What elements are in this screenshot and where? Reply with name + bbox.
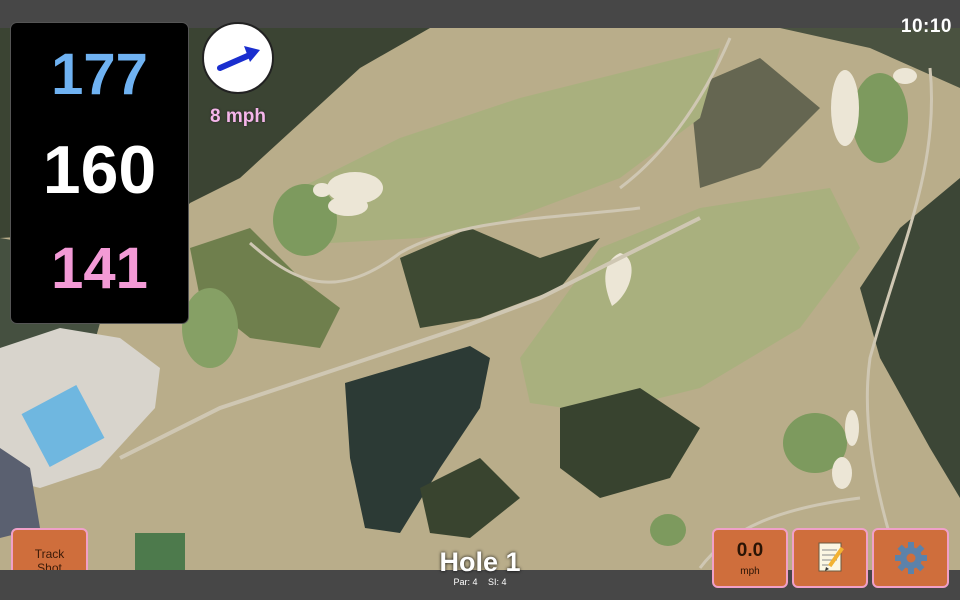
speed-unit: mph — [740, 566, 760, 577]
hole-title: Hole 1 — [439, 547, 521, 577]
hole-par: Par: 4 — [453, 577, 478, 587]
hole-details: Par: 4 SI: 4 — [380, 577, 580, 587]
gear-icon — [895, 542, 927, 574]
notes-button[interactable] — [792, 528, 868, 588]
settings-button[interactable] — [872, 528, 949, 588]
notepad-icon — [818, 542, 844, 572]
track-shot-label-line1: Track — [34, 547, 65, 561]
middle-distance: 160 — [42, 132, 157, 208]
front-distance: 141 — [51, 236, 148, 301]
wind-speed: 8 mph — [210, 106, 266, 127]
speed-button[interactable]: 0.0 mph — [712, 528, 788, 588]
wind-arrow-icon — [217, 46, 260, 71]
hole-stroke-index: SI: 4 — [488, 577, 507, 587]
speed-value: 0.0 — [736, 540, 764, 561]
distance-panel: 177 160 141 — [10, 22, 189, 324]
back-distance: 177 — [51, 42, 148, 107]
clock: 10:10 — [900, 16, 952, 37]
wind-indicator — [202, 22, 274, 94]
